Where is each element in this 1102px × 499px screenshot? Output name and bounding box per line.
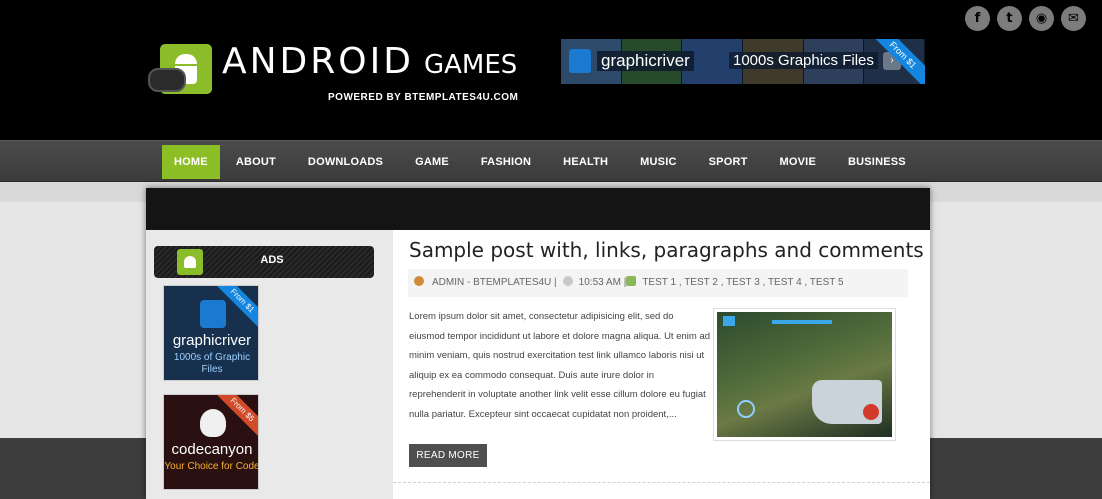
ad-subtitle: 1000s of Graphic Files (173, 352, 251, 375)
header-ad-banner[interactable]: graphicriver 1000s Graphics Files › From… (561, 39, 925, 84)
ad-codecanyon[interactable]: codecanyon Your Choice for Code From $5 (163, 394, 259, 490)
ad-subtitle: Your Choice for Code (164, 461, 259, 472)
logo-subtitle: GAMES (424, 50, 518, 80)
sidebar: ADS graphicriver 1000s of Graphic Files … (146, 230, 393, 499)
post-tags[interactable]: TEST 1 , TEST 2 , TEST 3 , TEST 4 , TEST… (642, 277, 843, 288)
tag-icon (626, 276, 637, 286)
nav-item-health[interactable]: HEALTH (547, 145, 624, 179)
rss-icon[interactable]: ◉ (1029, 6, 1054, 31)
post-time: 10:53 AM (578, 277, 621, 288)
pause-icon (723, 316, 735, 326)
nav-item-fashion[interactable]: FASHION (465, 145, 547, 179)
blog-post: Sample post with, links, paragraphs and … (393, 230, 930, 499)
social-links: f t ◉ ✉ (965, 6, 1086, 31)
logo-title: ANDROID (222, 41, 414, 82)
nav-item-music[interactable]: MUSIC (624, 145, 692, 179)
post-thumbnail[interactable] (713, 308, 896, 441)
post-title[interactable]: Sample post with, links, paragraphs and … (409, 238, 924, 262)
health-bar (772, 320, 832, 324)
content-container: ADS graphicriver 1000s of Graphic Files … (146, 188, 930, 499)
post-excerpt: Lorem ipsum dolor sit amet, consectetur … (409, 311, 711, 420)
post-author[interactable]: ADMIN - BTEMPLATES4U (432, 277, 551, 288)
nav-item-business[interactable]: BUSINESS (832, 145, 922, 179)
facebook-icon[interactable]: f (965, 6, 990, 31)
nav-item-home[interactable]: HOME (162, 145, 220, 179)
banner-text: 1000s Graphics Files (729, 52, 878, 69)
ad-brand: codecanyon (171, 441, 253, 458)
ad-graphicriver[interactable]: graphicriver 1000s of Graphic Files From… (163, 285, 259, 381)
game-screenshot (717, 312, 892, 437)
read-more-button[interactable]: READ MORE (409, 444, 487, 467)
post-divider (393, 482, 930, 483)
gamepad-icon (148, 68, 186, 92)
eagle-logo-icon (200, 409, 226, 437)
nav-item-downloads[interactable]: DOWNLOADS (292, 145, 399, 179)
main-navigation: HOME ABOUT DOWNLOADS GAME FASHION HEALTH… (0, 140, 1102, 182)
ad-brand: graphicriver (172, 332, 252, 349)
widget-title: ADS (260, 254, 284, 266)
email-icon[interactable]: ✉ (1061, 6, 1086, 31)
author-icon (414, 276, 424, 286)
graphicriver-logo-icon (569, 49, 591, 73)
twitter-icon[interactable]: t (997, 6, 1022, 31)
ads-widget-header: ADS (154, 246, 374, 278)
post-meta: ADMIN - BTEMPLATES4U | 10:53 AM | TEST 1 ,… (408, 269, 908, 297)
site-header: f t ◉ ✉ ANDROID GAMES POWERED BY BTEMPLA… (0, 0, 1102, 140)
nav-item-about[interactable]: ABOUT (220, 145, 292, 179)
target-icon (737, 400, 755, 418)
content-topbar (146, 188, 930, 230)
nav-item-movie[interactable]: MOVIE (764, 145, 832, 179)
powered-by: POWERED BY BTEMPLATES4U.COM (328, 92, 519, 103)
nav-item-sport[interactable]: SPORT (693, 145, 764, 179)
clock-icon (562, 276, 573, 286)
site-logo[interactable]: ANDROID GAMES POWERED BY BTEMPLATES4U.CO… (146, 38, 526, 108)
fire-button-icon (863, 404, 879, 420)
graphicriver-logo-icon (200, 300, 226, 328)
banner-brand: graphicriver (597, 51, 694, 71)
nav-item-game[interactable]: GAME (399, 145, 465, 179)
